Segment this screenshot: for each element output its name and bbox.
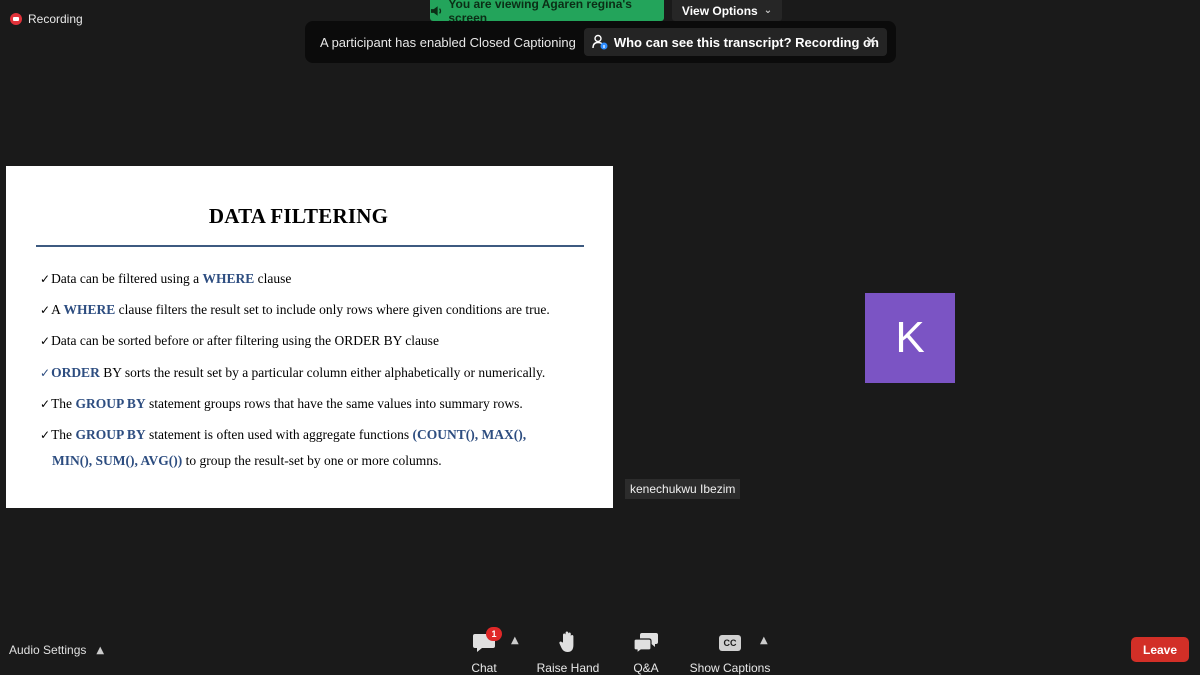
hand-icon [559, 631, 574, 652]
slide-bullet: ✓The GROUP BY statement is often used wi… [40, 422, 526, 474]
audio-settings-button[interactable]: Audio Settings ▲ [9, 640, 104, 660]
slide-bullet: ✓Data can be filtered using a WHERE clau… [40, 271, 292, 286]
slide-bullet: ✓Data can be sorted before or after filt… [40, 333, 439, 348]
audio-settings-label: Audio Settings [9, 643, 87, 657]
checkmark-icon: ✓ [40, 272, 51, 286]
caption-notice: A participant has enabled Closed Caption… [305, 21, 896, 63]
checkmark-icon: ✓ [40, 366, 51, 380]
closed-captions-icon: CC [719, 635, 741, 651]
checkmark-icon: ✓ [40, 334, 51, 348]
speaker-icon [430, 5, 442, 16]
slide-title: DATA FILTERING [208, 204, 389, 228]
slide-bullet: ✓ORDER BY sorts the result set by a part… [40, 365, 546, 380]
raise-hand-button[interactable]: Raise Hand [535, 628, 601, 675]
transcript-visibility-label: Who can see this transcript? Recording o… [613, 34, 879, 50]
recording-indicator: Recording [10, 10, 83, 28]
slide-bullet: ✓The GROUP BY statement groups rows that… [40, 396, 523, 411]
captions-options-chevron-icon[interactable]: ▲ [760, 635, 768, 646]
checkmark-icon: ✓ [40, 303, 51, 317]
slide-bullet-continuation: MIN(), SUM(), AVG()) to group the result… [52, 453, 442, 468]
recording-label: Recording [28, 12, 83, 26]
close-icon[interactable]: ✕ [862, 32, 880, 50]
chat-unread-badge: 1 [486, 627, 502, 641]
checkmark-icon: ✓ [40, 397, 51, 411]
chevron-down-icon: ⌄ [763, 5, 773, 16]
qa-icon [633, 633, 658, 654]
avatar-initial: K [895, 313, 925, 362]
person-info-icon [592, 34, 608, 50]
chat-label: Chat [471, 661, 497, 675]
viewing-screen-banner: You are viewing Agaren regina's screen [430, 0, 664, 25]
qa-label: Q&A [633, 661, 659, 675]
recording-icon [10, 13, 22, 25]
view-options-button[interactable]: View Options ⌄ [672, 0, 782, 21]
raise-hand-label: Raise Hand [536, 661, 600, 675]
leave-button[interactable]: Leave [1131, 637, 1189, 662]
show-captions-button[interactable]: CC Show Captions [690, 628, 770, 675]
slide-bullet: ✓A WHERE clause filters the result set t… [40, 302, 550, 317]
transcript-visibility-link[interactable]: Who can see this transcript? Recording o… [583, 28, 887, 56]
shared-screen-slide: DATA FILTERING ✓Data can be filtered usi… [6, 166, 613, 508]
avatar: K [865, 293, 955, 383]
checkmark-icon: ✓ [40, 428, 51, 442]
qa-button[interactable]: Q&A [630, 628, 662, 675]
chevron-up-icon: ▲ [96, 644, 105, 656]
slide-divider [36, 245, 584, 247]
view-options-label: View Options [681, 3, 758, 18]
participant-name: kenechukwu Ibezim [625, 479, 741, 499]
show-captions-label: Show Captions [689, 661, 771, 675]
caption-notice-message: A participant has enabled Closed Caption… [320, 34, 576, 50]
chat-options-chevron-icon[interactable]: ▲ [511, 635, 519, 646]
